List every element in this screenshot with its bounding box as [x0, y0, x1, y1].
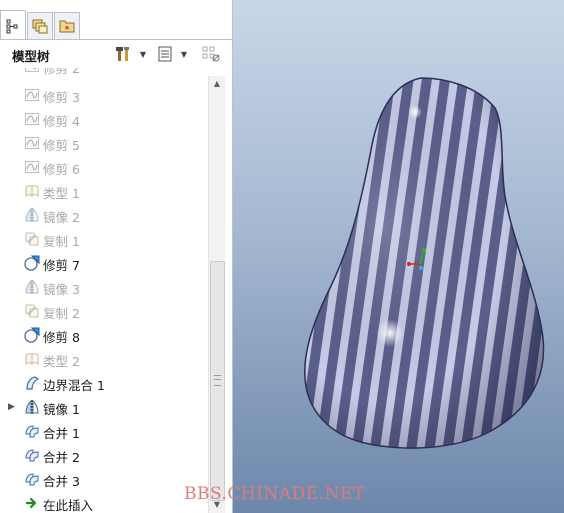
tree-item[interactable]: 修剪 4: [0, 107, 208, 131]
mirror-icon: [25, 207, 39, 222]
tree-item-label: 镜像 2: [43, 210, 80, 225]
trim-curve-icon: [25, 89, 39, 101]
model-tree-icon: [6, 19, 18, 34]
surface-model-render[interactable]: [233, 0, 564, 513]
tree-item[interactable]: 合并 1: [0, 419, 208, 443]
tree-scrollbar[interactable]: ▲ ▼: [208, 76, 225, 513]
tree-item-label: 在此插入: [43, 498, 94, 513]
tree-item-label: 修剪 3: [43, 90, 80, 105]
tree-item-label: 修剪 4: [43, 114, 80, 129]
tree-item-label: 边界混合 1: [43, 378, 105, 393]
tree-item-label: 复制 1: [43, 234, 80, 249]
tree-item[interactable]: 修剪 3: [0, 83, 208, 107]
copy-icon: [25, 304, 39, 318]
tree-item-label: 修剪 5: [43, 138, 80, 153]
list-icon: [158, 46, 172, 62]
merge-icon: [25, 425, 39, 438]
folder-browser-icon: [32, 19, 48, 34]
tab-model-tree[interactable]: [0, 10, 26, 41]
style-icon: [25, 185, 39, 198]
tree-item-label: 合并 2: [43, 450, 80, 465]
trim-curve-icon: [25, 137, 39, 149]
tab-favorites[interactable]: ✶: [54, 12, 80, 39]
trim-curve-icon: [25, 113, 39, 125]
model-tree-list: 修剪 2 修剪 3 修剪 4 修剪 5 修剪 6 类型 1 镜像 2 复制 1 修剪 7 镜像 …: [0, 68, 208, 513]
tree-item-label: 类型 2: [43, 354, 80, 369]
tree-item[interactable]: 在此插入: [0, 491, 208, 513]
trim-curve-icon: [25, 161, 39, 173]
panel-title: 模型树: [12, 49, 50, 64]
merge-icon: [25, 449, 39, 462]
model-tree-panel: ✶ 模型树 ▼ ▼ 修剪 2 修剪 3 修剪 4 修剪 5 修剪 6 类型 1 …: [0, 0, 233, 513]
expand-arrow-icon[interactable]: ▶: [8, 402, 16, 412]
scrollbar-thumb[interactable]: [210, 261, 225, 501]
tree-item[interactable]: 镜像 3: [0, 275, 208, 299]
copy-icon: [25, 232, 39, 246]
boundary-blend-icon: [26, 376, 40, 390]
tree-item[interactable]: 复制 1: [0, 227, 208, 251]
graphics-viewport[interactable]: [233, 0, 564, 513]
tree-item[interactable]: 镜像 2: [0, 203, 208, 227]
trim-surface-icon: [24, 327, 40, 343]
tree-item[interactable]: 合并 3: [0, 467, 208, 491]
tree-item-label: 修剪 8: [43, 330, 80, 345]
tree-item-label: 修剪 2: [43, 68, 80, 76]
tree-item-label: 镜像 1: [43, 402, 80, 417]
show-button[interactable]: [154, 43, 176, 65]
tree-item[interactable]: 修剪 5: [0, 131, 208, 155]
tree-item[interactable]: 类型 1: [0, 179, 208, 203]
watermark-text: BBS.CHINADE.NET: [184, 484, 365, 504]
filter-button[interactable]: [200, 43, 222, 65]
tab-folder-browser[interactable]: [27, 12, 53, 39]
tree-item-label: 镜像 3: [43, 282, 80, 297]
tree-item-label: 合并 3: [43, 474, 80, 489]
scroll-grip-icon: [214, 375, 221, 386]
merge-icon: [25, 473, 39, 486]
tree-item[interactable]: 合并 2: [0, 443, 208, 467]
tree-item-partial[interactable]: 修剪 2: [0, 68, 208, 78]
trim-curve-icon: [25, 68, 39, 72]
panel-tabs: ✶: [0, 0, 232, 41]
scroll-up-arrow-icon[interactable]: ▲: [212, 79, 222, 89]
tree-item-label: 复制 2: [43, 306, 80, 321]
insert-here-arrow-icon: [25, 497, 37, 509]
settings-button[interactable]: [112, 43, 134, 65]
tree-item[interactable]: 修剪 8: [0, 323, 208, 347]
tree-item-label: 合并 1: [43, 426, 80, 441]
tree-item-label: 类型 1: [43, 186, 80, 201]
tree-filter-icon: [202, 46, 220, 62]
mirror-icon: [25, 279, 39, 294]
tree-item-label: 修剪 7: [43, 258, 80, 273]
tree-item[interactable]: 类型 2: [0, 347, 208, 371]
tree-item[interactable]: 边界混合 1: [0, 371, 208, 395]
settings-dropdown-caret[interactable]: ▼: [137, 48, 149, 60]
trim-surface-icon: [24, 255, 40, 271]
tree-item[interactable]: 修剪 6: [0, 155, 208, 179]
mirror-icon: [25, 399, 39, 414]
tree-item-label: 修剪 6: [43, 162, 80, 177]
model-tree-toolbar: 模型树 ▼ ▼: [0, 40, 232, 68]
favorites-icon: ✶: [59, 20, 75, 33]
svg-text:✶: ✶: [64, 24, 71, 33]
tree-item[interactable]: ▶ 镜像 1: [0, 395, 208, 419]
show-dropdown-caret[interactable]: ▼: [178, 48, 190, 60]
style-icon: [25, 353, 39, 366]
tree-item[interactable]: 修剪 7: [0, 251, 208, 275]
tools-icon: [116, 47, 129, 61]
tree-item[interactable]: 复制 2: [0, 299, 208, 323]
